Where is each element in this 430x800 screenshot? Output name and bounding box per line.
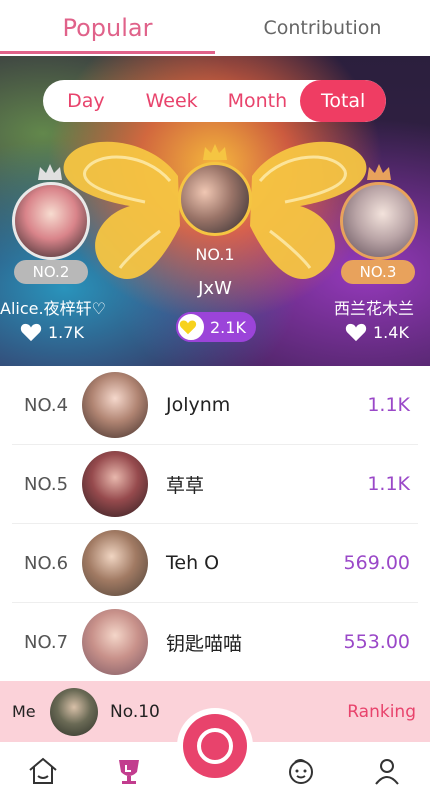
avatar[interactable] <box>82 451 148 517</box>
rank-label: NO.5 <box>24 473 69 495</box>
likes-rank-2[interactable]: 1.7K <box>20 322 84 342</box>
silver-crown-icon <box>38 164 62 180</box>
avatar[interactable] <box>82 372 148 438</box>
rank-label: NO.4 <box>24 394 69 416</box>
baby-face-icon <box>289 759 313 784</box>
my-rank: No.10 <box>110 701 160 722</box>
avatar-rank-3[interactable] <box>340 182 418 260</box>
rank-label: NO.6 <box>24 552 69 574</box>
ranking-list: NO.4 Jolynm 1.1K NO.5 草草 1.1K NO.6 Teh O… <box>0 366 430 682</box>
tab-contribution[interactable]: Contribution <box>215 0 430 56</box>
gold-crown-icon <box>203 144 227 160</box>
ranking-link[interactable]: Ranking <box>347 702 430 722</box>
tab-popular[interactable]: Popular <box>0 0 215 56</box>
profile-icon <box>375 759 399 785</box>
podium-name-1: JxW <box>198 278 232 299</box>
period-total[interactable]: Total <box>300 80 386 122</box>
user-score: 569.00 <box>343 552 410 574</box>
list-item[interactable]: NO.6 Teh O 569.00 <box>12 524 418 603</box>
heart-icon <box>345 323 367 342</box>
heart-icon <box>176 312 206 342</box>
me-label: Me <box>12 702 36 721</box>
user-name: 钥匙喵喵 <box>166 632 243 655</box>
list-item[interactable]: NO.7 钥匙喵喵 553.00 <box>12 603 418 682</box>
avatar[interactable] <box>82 530 148 596</box>
user-name: 草草 <box>166 474 205 497</box>
rank-badge-2: NO.2 <box>14 260 88 284</box>
rank-badge-1: NO.1 <box>195 244 235 264</box>
likes-count-1: 2.1K <box>210 317 246 337</box>
nav-ranking[interactable] <box>99 742 159 800</box>
my-avatar[interactable] <box>50 687 98 736</box>
user-score: 1.1K <box>367 394 410 416</box>
likes-count-3: 1.4K <box>373 322 409 342</box>
likes-count-2: 1.7K <box>48 322 84 342</box>
rank-badge-3: NO.3 <box>341 260 415 284</box>
trophy-icon <box>119 760 139 784</box>
likes-rank-3[interactable]: 1.4K <box>345 322 409 342</box>
avatar[interactable] <box>82 609 148 675</box>
rank-label: NO.7 <box>24 631 69 653</box>
user-score: 553.00 <box>343 631 410 653</box>
user-name: Teh O <box>166 552 220 574</box>
nav-home[interactable] <box>13 742 73 800</box>
go-live-button[interactable] <box>183 714 247 778</box>
podium-name-3: 西兰花木兰 <box>334 299 415 318</box>
likes-rank-1[interactable]: 2.1K <box>176 312 256 342</box>
nav-profile[interactable] <box>357 742 417 800</box>
live-ring-icon <box>197 728 233 764</box>
podium-hero: Day Week Month Total NO.1 NO.2 NO.3 JxW … <box>0 56 430 366</box>
nav-kids[interactable] <box>271 742 331 800</box>
list-item[interactable]: NO.4 Jolynm 1.1K <box>12 366 418 445</box>
user-score: 1.1K <box>367 473 410 495</box>
podium-name-2: Alice.夜梓轩♡ <box>0 299 106 318</box>
heart-icon <box>20 323 42 342</box>
home-icon <box>29 757 57 784</box>
list-item[interactable]: NO.5 草草 1.1K <box>12 445 418 524</box>
period-day[interactable]: Day <box>43 80 129 122</box>
top-tabs: Popular Contribution <box>0 0 430 56</box>
user-name: Jolynm <box>166 394 231 416</box>
period-month[interactable]: Month <box>215 80 301 122</box>
active-tab-indicator <box>0 51 215 54</box>
avatar-rank-1[interactable] <box>178 162 252 236</box>
period-selector: Day Week Month Total <box>43 80 386 122</box>
avatar-rank-2[interactable] <box>12 182 90 260</box>
period-week[interactable]: Week <box>129 80 215 122</box>
bronze-crown-icon <box>367 164 391 180</box>
